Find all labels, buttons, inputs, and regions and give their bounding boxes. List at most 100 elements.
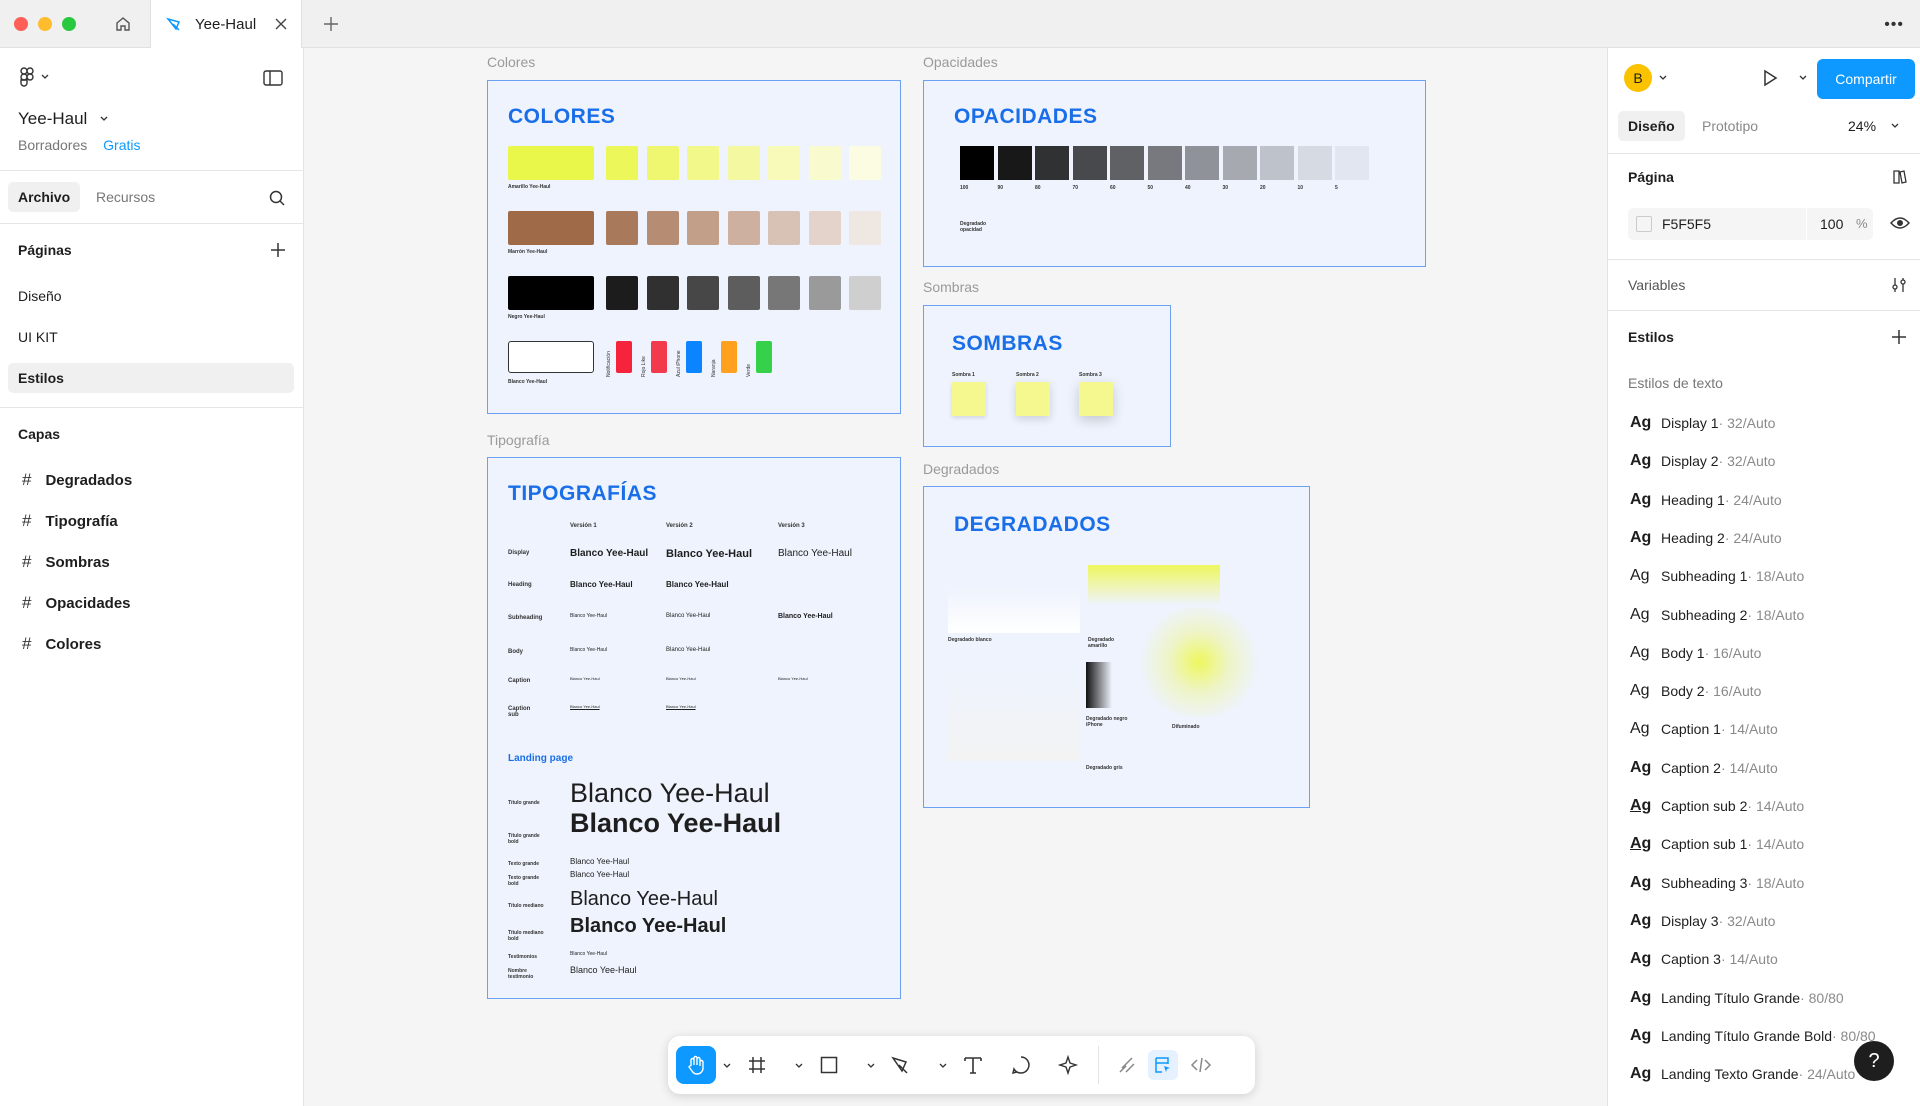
text-style-item[interactable]: Ag Subheading 1 · 18/Auto: [1630, 567, 1804, 585]
text-tool-button[interactable]: [958, 1050, 988, 1080]
type-sample: Blanco Yee-Haul: [666, 580, 729, 589]
comment-icon: [1011, 1056, 1030, 1075]
gradient-black: [1086, 662, 1112, 708]
tab-design[interactable]: Diseño: [1618, 111, 1685, 141]
new-tab-icon[interactable]: [322, 15, 340, 33]
file-name-button[interactable]: Yee-Haul: [18, 109, 109, 129]
page-item-diseno[interactable]: Diseño: [18, 288, 62, 304]
text-style-item[interactable]: Ag Heading 2 · 24/Auto: [1630, 529, 1782, 547]
minimize-window-button[interactable]: [38, 17, 52, 31]
tab-archivo[interactable]: Archivo: [8, 182, 81, 212]
draw-mode-button[interactable]: [1112, 1050, 1142, 1080]
text-style-icon: Ag: [1630, 682, 1650, 700]
library-icon[interactable]: [1890, 168, 1908, 186]
design-mode-button[interactable]: [1148, 1050, 1178, 1080]
layer-sombras[interactable]: # Sombras: [22, 552, 110, 572]
text-style-item[interactable]: Ag Caption 2 · 14/Auto: [1630, 759, 1778, 777]
chevron-down-icon[interactable]: [938, 1062, 948, 1070]
frame-label-colores[interactable]: Colores: [487, 54, 535, 70]
frame-label-degradados[interactable]: Degradados: [923, 461, 999, 477]
frame-sombras[interactable]: SOMBRAS Sombra 1 Sombra 2 Sombra 3: [923, 305, 1171, 447]
hand-tool-button[interactable]: [676, 1046, 716, 1084]
color-swatch[interactable]: [1636, 216, 1652, 232]
frame-label-opacidades[interactable]: Opacidades: [923, 54, 998, 70]
plan-badge[interactable]: Gratis: [103, 137, 140, 153]
home-button[interactable]: [106, 12, 140, 36]
play-icon[interactable]: [1760, 68, 1780, 88]
frame-label-tipografia[interactable]: Tipografía: [487, 432, 550, 448]
color-swatch: [646, 276, 679, 310]
zoom-window-button[interactable]: [62, 17, 76, 31]
type-row-label: Subheading: [508, 615, 543, 621]
comment-tool-button[interactable]: [1006, 1050, 1036, 1080]
text-style-icon: Ag: [1630, 835, 1652, 853]
file-tab[interactable]: Yee-Haul: [150, 0, 302, 48]
text-style-meta: · 24/Auto: [1724, 491, 1782, 508]
toggle-sidebar-icon[interactable]: [263, 70, 283, 86]
zoom-dropdown[interactable]: 24%: [1848, 118, 1900, 134]
page-item-ui-kit[interactable]: UI KIT: [18, 329, 58, 345]
add-page-icon[interactable]: [269, 241, 287, 259]
close-window-button[interactable]: [14, 17, 28, 31]
dev-mode-button[interactable]: [1186, 1050, 1216, 1080]
tab-recursos[interactable]: Recursos: [96, 189, 155, 205]
text-style-item[interactable]: Ag Caption 1 · 14/Auto: [1630, 720, 1778, 738]
page-item-estilos-selected[interactable]: Estilos: [8, 363, 294, 393]
landing-sample: Blanco Yee-Haul: [570, 915, 727, 937]
eye-icon[interactable]: [1890, 215, 1910, 231]
frame-degradados[interactable]: DEGRADADOS Degradado blanco Degradado am…: [923, 486, 1310, 808]
color-swatch: [687, 211, 719, 245]
help-button[interactable]: ?: [1854, 1041, 1894, 1081]
more-options-icon[interactable]: •••: [1884, 16, 1904, 34]
text-style-name: Landing Texto Grande: [1661, 1066, 1799, 1083]
text-style-item[interactable]: Ag Display 1 · 32/Auto: [1630, 414, 1775, 432]
page-opacity-value[interactable]: 100: [1820, 216, 1843, 232]
canvas[interactable]: Colores COLORES Amarillo Yee-Haul Marrón …: [305, 48, 1606, 1106]
chevron-down-icon[interactable]: [722, 1062, 732, 1070]
frame-colores[interactable]: COLORES Amarillo Yee-Haul Marrón Yee-Haul…: [487, 80, 901, 414]
text-style-item[interactable]: Ag Caption 3 · 14/Auto: [1630, 950, 1778, 968]
file-location[interactable]: Borradores: [18, 137, 87, 153]
text-style-item[interactable]: Ag Body 1 · 16/Auto: [1630, 644, 1761, 662]
text-style-item[interactable]: Ag Landing Texto Grande · 24/Auto: [1630, 1065, 1855, 1083]
text-style-item[interactable]: Ag Landing Título Grande · 80/80: [1630, 989, 1844, 1007]
page-color-value[interactable]: F5F5F5: [1662, 216, 1711, 232]
search-icon[interactable]: [268, 189, 286, 207]
figma-logo-icon: [20, 67, 34, 87]
frame-tipografia[interactable]: TIPOGRAFÍAS Versión 1 Versión 2 Versión 3 D…: [487, 457, 901, 999]
frame-opacidades[interactable]: OPACIDADES 100 90 80 70 60 50 40 30 20 10 5 Degrad…: [923, 80, 1426, 267]
variables-label[interactable]: Variables: [1628, 277, 1685, 293]
text-style-item[interactable]: Ag Heading 1 · 24/Auto: [1630, 491, 1782, 509]
text-style-item[interactable]: Ag Landing Título Grande Bold · 80/80: [1630, 1027, 1876, 1045]
text-style-item[interactable]: Ag Subheading 3 · 18/Auto: [1630, 874, 1804, 892]
chevron-down-icon[interactable]: [794, 1062, 804, 1070]
text-style-item[interactable]: Ag Caption sub 2 · 14/Auto: [1630, 797, 1804, 815]
text-style-item[interactable]: Ag Display 2 · 32/Auto: [1630, 452, 1775, 470]
main-menu-button[interactable]: [18, 67, 50, 87]
text-style-item[interactable]: Ag Caption sub 1 · 14/Auto: [1630, 835, 1804, 853]
frame-tool-button[interactable]: [742, 1050, 772, 1080]
shape-tool-button[interactable]: [814, 1050, 844, 1080]
layer-degradados[interactable]: # Degradados: [22, 470, 132, 490]
tab-prototype[interactable]: Prototipo: [1702, 118, 1758, 134]
text-style-item[interactable]: Ag Display 3 · 32/Auto: [1630, 912, 1775, 930]
text-style-meta: · 14/Auto: [1720, 951, 1778, 968]
layer-tipografia[interactable]: # Tipografía: [22, 511, 118, 531]
text-style-item[interactable]: Ag Subheading 2 · 18/Auto: [1630, 606, 1804, 624]
chevron-down-icon[interactable]: [1798, 74, 1808, 82]
layer-opacidades[interactable]: # Opacidades: [22, 593, 131, 613]
variables-icon[interactable]: [1890, 276, 1908, 294]
frame-label-sombras[interactable]: Sombras: [923, 279, 979, 295]
chevron-down-icon[interactable]: [866, 1062, 876, 1070]
user-menu-button[interactable]: B: [1624, 64, 1668, 92]
ai-tool-button[interactable]: [1054, 1050, 1084, 1080]
add-style-icon[interactable]: [1890, 328, 1908, 346]
page-color-field[interactable]: F5F5F5 100 %: [1628, 208, 1873, 240]
text-style-name: Body 2: [1661, 683, 1705, 700]
share-button[interactable]: Compartir: [1817, 59, 1915, 99]
close-tab-icon[interactable]: [273, 16, 289, 32]
pen-tool-button[interactable]: [886, 1050, 916, 1080]
text-style-item[interactable]: Ag Body 2 · 16/Auto: [1630, 682, 1761, 700]
layer-colores[interactable]: # Colores: [22, 634, 101, 654]
text-style-meta: · 14/Auto: [1720, 721, 1778, 738]
